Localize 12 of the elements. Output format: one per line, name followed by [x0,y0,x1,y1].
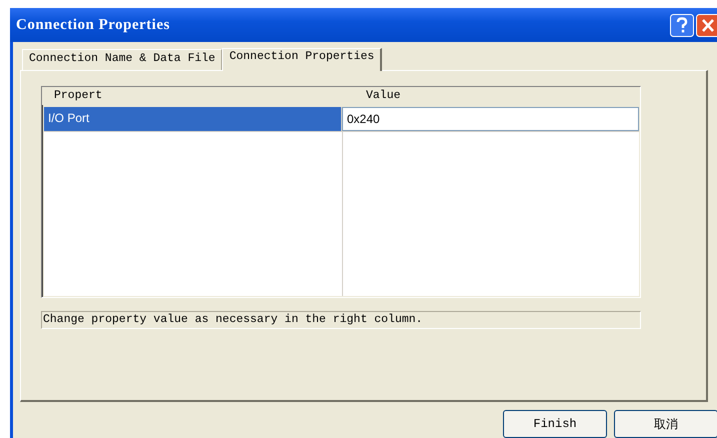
column-header: Propert [53,88,104,104]
table-cell[interactable]: 0x240 [342,107,639,131]
hint-text: Change property value as necessary in the right column. [41,311,641,329]
help-icon[interactable] [670,14,694,36]
window-title: Connection Properties [16,16,170,34]
column-header: Value [365,88,401,104]
table-cell[interactable]: I/O Port [44,107,342,131]
close-icon[interactable] [696,14,717,36]
cancel-button[interactable]: 取消 [614,410,717,438]
tab[interactable]: Connection Properties [222,48,382,71]
tab[interactable]: Connection Name & Data File [22,49,222,70]
finish-button[interactable]: Finish [503,410,607,438]
